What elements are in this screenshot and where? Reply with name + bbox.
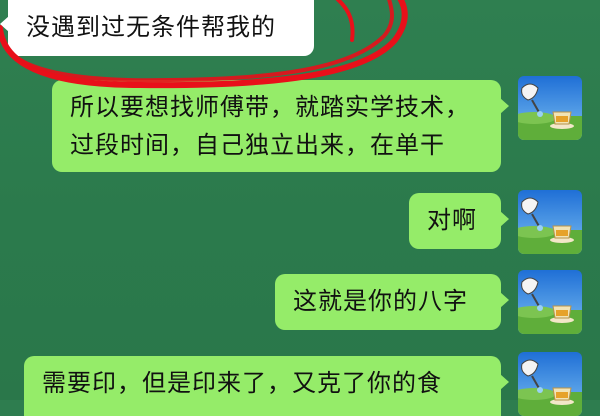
outgoing-message-bubble[interactable]: 对啊	[409, 193, 509, 249]
outgoing-message-bubble[interactable]: 需要印，但是印来了，又克了你的食	[24, 356, 509, 416]
outgoing-message-bubble[interactable]: 所以要想找师傅带，就踏实学技术， 过段时间，自己独立出来，在单干	[52, 80, 509, 172]
message-text: 对啊	[427, 206, 477, 234]
tea-cup-landscape-icon	[518, 352, 582, 416]
tea-cup-landscape-icon	[518, 76, 582, 140]
message-text-line-1: 所以要想找师傅带，就踏实学技术，	[70, 93, 470, 121]
user-avatar[interactable]	[518, 352, 582, 416]
user-avatar[interactable]	[518, 190, 582, 254]
message-text-line-2: 过段时间，自己独立出来，在单干	[70, 131, 445, 159]
chat-background: 没遇到过无条件帮我的 所以要想找师傅带，就踏实学技术， 过段时间，自己独立出来，…	[0, 0, 600, 416]
user-avatar[interactable]	[518, 270, 582, 334]
user-avatar[interactable]	[518, 76, 582, 140]
message-text: 没遇到过无条件帮我的	[26, 13, 276, 41]
message-text: 这就是你的八字	[293, 287, 468, 315]
tea-cup-landscape-icon	[518, 270, 582, 334]
red-annotation-circle	[0, 0, 408, 89]
tea-cup-landscape-icon	[518, 190, 582, 254]
outgoing-message-bubble[interactable]: 这就是你的八字	[275, 274, 509, 330]
incoming-message-bubble[interactable]: 没遇到过无条件帮我的	[0, 0, 314, 56]
message-text: 需要印，但是印来了，又克了你的食	[42, 369, 442, 397]
